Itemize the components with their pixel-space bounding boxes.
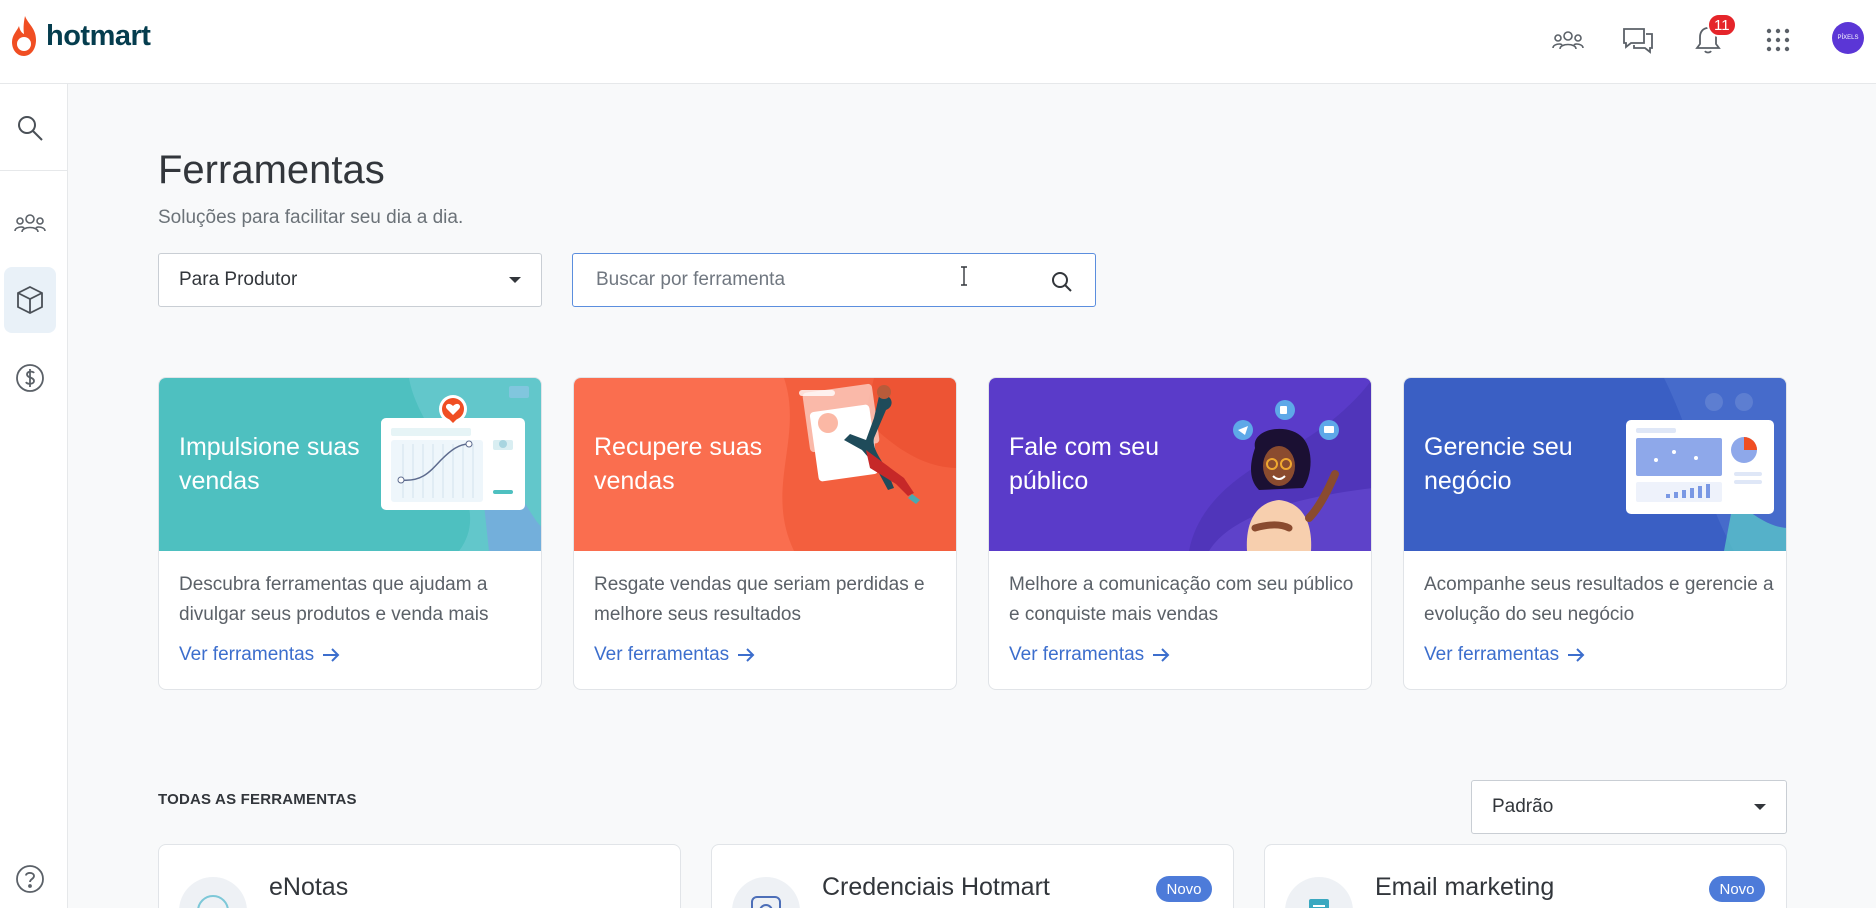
avatar-label: PÍXELS — [1837, 35, 1859, 41]
invoice-icon — [197, 895, 229, 908]
card-title: Recupere suas vendas — [594, 433, 763, 495]
see-tools-link[interactable]: Ver ferramentas — [1424, 644, 1585, 666]
top-bar: hotmart 11 PÍXELS — [0, 0, 1876, 84]
category-card-manage[interactable]: Gerencie seu negócio Acompanhe seus resu… — [1403, 377, 1787, 690]
tool-card-enotas[interactable]: eNotas — [158, 844, 681, 908]
help-icon — [16, 865, 44, 893]
tool-name: Email marketing — [1375, 873, 1555, 901]
audience-select-value: Para Produtor — [179, 269, 298, 290]
box-icon — [17, 285, 43, 315]
sort-select-value: Padrão — [1492, 796, 1554, 817]
dollar-icon — [16, 364, 44, 392]
see-tools-label: Ver ferramentas — [179, 644, 315, 665]
users-icon — [14, 214, 46, 233]
tool-card-email-marketing[interactable]: Email marketing Novo — [1264, 844, 1787, 908]
hotmart-logo[interactable]: hotmart — [8, 14, 151, 58]
tool-card-credentials[interactable]: Credenciais Hotmart Novo — [711, 844, 1234, 908]
card-description: Acompanhe seus resultados e gerencie a e… — [1424, 574, 1774, 625]
arrow-right-icon — [1568, 648, 1585, 662]
sort-select[interactable]: Padrão — [1471, 780, 1787, 834]
sidebar-item-products[interactable] — [4, 267, 56, 333]
card-hero: Fale com seu público — [989, 378, 1371, 551]
see-tools-label: Ver ferramentas — [1009, 644, 1145, 665]
see-tools-link[interactable]: Ver ferramentas — [179, 644, 340, 666]
page-title: Ferramentas — [158, 148, 385, 192]
brand-name: hotmart — [46, 19, 151, 52]
caret-down-icon — [1754, 804, 1766, 810]
tool-icon-enotas — [179, 877, 247, 908]
community-icon[interactable] — [1548, 20, 1588, 60]
card-description: Descubra ferramentas que ajudam a divulg… — [179, 574, 489, 625]
avatar[interactable]: PÍXELS — [1832, 22, 1864, 54]
tool-icon-email — [1285, 877, 1353, 908]
see-tools-label: Ver ferramentas — [594, 644, 730, 665]
search-button[interactable] — [1047, 267, 1077, 297]
sidebar-help[interactable] — [4, 856, 56, 902]
category-card-communicate[interactable]: Fale com seu público Melhore a comunicaç… — [988, 377, 1372, 690]
tool-name: Credenciais Hotmart — [822, 873, 1050, 901]
search-icon — [1052, 272, 1072, 292]
new-badge: Novo — [1156, 876, 1212, 902]
card-title: Gerencie seu negócio — [1424, 433, 1573, 495]
text-cursor-icon — [961, 266, 967, 286]
card-title: Fale com seu público — [1009, 433, 1160, 495]
card-title: Impulsione suas vendas — [179, 433, 360, 495]
apps-grid-icon[interactable] — [1758, 20, 1798, 60]
page-subtitle: Soluções para facilitar seu dia a dia. — [158, 207, 464, 228]
caret-down-icon — [509, 277, 521, 283]
flame-icon — [12, 16, 36, 56]
sidebar — [0, 84, 68, 908]
arrow-right-icon — [323, 648, 340, 662]
card-description: Melhore a comunicação com seu público e … — [1009, 574, 1354, 625]
card-hero: Gerencie seu negócio — [1404, 378, 1786, 551]
section-label: TODAS AS FERRAMENTAS — [158, 791, 357, 808]
search-icon — [18, 116, 43, 141]
sidebar-divider — [0, 170, 68, 171]
sidebar-item-community[interactable] — [4, 190, 56, 256]
card-hero: Recupere suas vendas — [574, 378, 956, 551]
sidebar-search[interactable] — [4, 95, 56, 161]
new-badge: Novo — [1709, 876, 1765, 902]
notification-badge: 11 — [1707, 13, 1737, 37]
arrow-right-icon — [738, 648, 755, 662]
tool-icon-credentials — [732, 877, 800, 908]
see-tools-label: Ver ferramentas — [1424, 644, 1560, 665]
email-icon — [1309, 899, 1329, 908]
arrow-right-icon — [1153, 648, 1170, 662]
audience-select[interactable]: Para Produtor — [158, 253, 542, 307]
card-description: Resgate vendas que seriam perdidas e mel… — [594, 574, 925, 625]
badge-icon — [751, 896, 781, 908]
tool-search — [572, 253, 1096, 307]
sidebar-item-finance[interactable] — [4, 345, 56, 411]
see-tools-link[interactable]: Ver ferramentas — [1009, 644, 1170, 666]
chat-icon[interactable] — [1618, 20, 1658, 60]
see-tools-link[interactable]: Ver ferramentas — [594, 644, 755, 666]
tool-name: eNotas — [269, 873, 349, 901]
card-hero: Impulsione suas vendas — [159, 378, 541, 551]
category-card-promote[interactable]: Impulsione suas vendas Descubra ferramen… — [158, 377, 542, 690]
category-card-recover[interactable]: Recupere suas vendas Resgate vendas que … — [573, 377, 957, 690]
